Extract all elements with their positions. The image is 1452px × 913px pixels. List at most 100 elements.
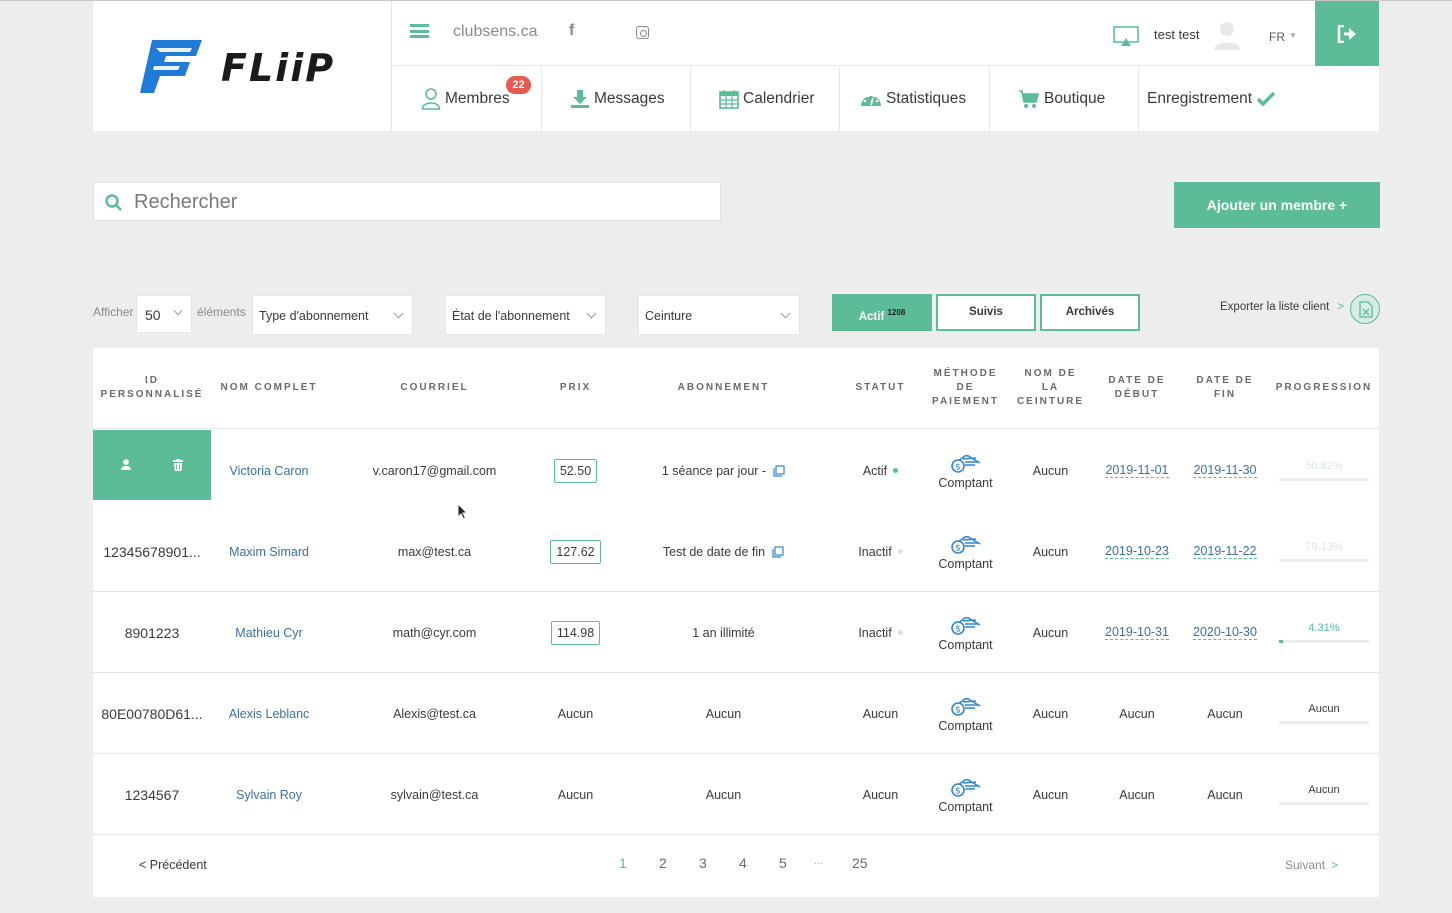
calendar-icon <box>719 89 739 109</box>
mouse-cursor-icon <box>457 503 469 520</box>
custom-id: 12345678901... <box>103 543 201 560</box>
members-table: ID PERSONNALISÉ NOM COMPLET COURRIEL PRIX… <box>93 348 1379 897</box>
start-date: Aucun <box>1119 706 1155 721</box>
member-subscription: Aucun <box>705 706 742 721</box>
nav-item-boutique[interactable]: Boutique <box>990 67 1139 131</box>
svg-text:$: $ <box>955 543 961 553</box>
member-price[interactable]: 114.98 <box>542 592 609 673</box>
export-excel-button[interactable] <box>1350 294 1380 324</box>
member-subscription: 1 an illimité <box>692 625 755 640</box>
previous-page-link[interactable]: < Précédent <box>139 858 207 872</box>
tab-suivis[interactable]: Suivis <box>936 294 1036 331</box>
avatar[interactable] <box>1211 18 1243 50</box>
nav-item-enregistrement[interactable]: Enregistrement <box>1139 67 1379 131</box>
facebook-icon[interactable]: f <box>569 22 574 40</box>
member-name-link[interactable]: Alexis Leblanc <box>211 673 327 754</box>
tab-actif[interactable]: Actif 1208 <box>832 294 932 331</box>
member-price[interactable]: 127.62 <box>542 511 609 592</box>
member-name-link[interactable]: Mathieu Cyr <box>211 592 327 673</box>
site-link[interactable]: clubsens.ca <box>453 23 538 41</box>
column-header-subscription[interactable]: ABONNEMENT <box>633 348 814 428</box>
start-date[interactable]: 2019-11-01 <box>1093 430 1181 511</box>
nav-item-calendrier[interactable]: Calendrier <box>691 67 840 131</box>
column-header-price[interactable]: PRIX <box>542 348 609 428</box>
end-date[interactable]: 2020-10-30 <box>1181 592 1269 673</box>
member-name-link[interactable]: Sylvain Roy <box>211 754 327 835</box>
start-date[interactable]: 2019-10-31 <box>1093 592 1181 673</box>
trash-icon[interactable] <box>173 459 183 471</box>
member-name-link[interactable]: Victoria Caron <box>211 430 327 511</box>
column-header-id[interactable]: ID PERSONNALISÉ <box>93 348 211 428</box>
svg-text:$: $ <box>955 705 961 715</box>
hamburger-menu-icon[interactable] <box>410 24 429 38</box>
column-header-name[interactable]: NOM COMPLET <box>211 348 327 428</box>
column-header-start-date[interactable]: DATE DE DÉBUT <box>1093 348 1181 428</box>
member-price: Aucun <box>557 787 594 802</box>
cash-hand-icon: $ <box>950 616 980 635</box>
logout-button[interactable] <box>1315 1 1379 66</box>
language-selector[interactable]: FR <box>1269 30 1285 44</box>
column-header-progress[interactable]: PROGRESSION <box>1269 348 1379 428</box>
logo-area[interactable]: FLiiP <box>93 1 392 131</box>
column-header-email[interactable]: COURRIEL <box>327 348 542 428</box>
member-name-link[interactable]: Maxim Simard <box>211 511 327 592</box>
table-row[interactable]: 12345678901... Maxim Simard max@test.ca 127… <box>93 511 1379 592</box>
member-subscription: Test de date de fin <box>633 511 814 592</box>
progress-percent: 79.13% <box>1305 541 1343 553</box>
page-size-select[interactable]: 50 <box>136 295 192 333</box>
page-4[interactable]: 4 <box>739 855 747 871</box>
column-header-belt[interactable]: NOM DE LA CEINTURE <box>1008 348 1093 428</box>
nav-label: Boutique <box>1044 90 1106 107</box>
app-header: FLiiP clubsens.ca f test test FR ▼ Membr… <box>93 1 1379 131</box>
end-date[interactable]: 2019-11-22 <box>1181 511 1269 592</box>
table-row[interactable]: 1234567 Sylvain Roy sylvain@test.ca Aucun Au… <box>93 754 1379 835</box>
search-input[interactable] <box>134 189 694 215</box>
status-dot <box>897 549 903 554</box>
progress-text: Aucun <box>1308 703 1340 715</box>
column-header-end-date[interactable]: DATE DE FIN <box>1181 348 1269 428</box>
page-25[interactable]: 25 <box>852 855 868 871</box>
copy-icon[interactable] <box>773 464 785 477</box>
progress-cell: 50.82% <box>1269 430 1379 511</box>
start-date[interactable]: 2019-10-23 <box>1093 511 1181 592</box>
download-icon <box>570 89 590 109</box>
belt-name: Aucun <box>1032 706 1069 721</box>
table-row[interactable]: 8901223 Mathieu Cyr math@cyr.com 114.98 1 an… <box>93 592 1379 673</box>
tab-archives[interactable]: Archivés <box>1040 294 1140 331</box>
next-page-link[interactable]: Suivant > <box>1285 858 1338 872</box>
cart-icon <box>1018 89 1040 109</box>
belt-dropdown[interactable]: Ceinture <box>638 295 800 335</box>
page-5[interactable]: 5 <box>779 855 787 871</box>
nav-label: Statistiques <box>886 90 967 107</box>
search-icon <box>105 194 122 211</box>
monitor-icon[interactable] <box>1113 26 1139 47</box>
page-2[interactable]: 2 <box>659 855 667 871</box>
add-member-button[interactable]: Ajouter un membre + <box>1174 182 1380 228</box>
user-name[interactable]: test test <box>1154 27 1200 42</box>
subscription-state-dropdown[interactable]: État de l'abonnement <box>445 295 606 335</box>
progress-text: Aucun <box>1308 784 1340 796</box>
page-1[interactable]: 1 <box>619 855 627 871</box>
column-header-payment[interactable]: MÉTHODE DE PAIEMENT <box>923 348 1008 428</box>
view-profile-icon[interactable] <box>121 459 131 470</box>
member-subscription: Aucun <box>705 787 742 802</box>
dashboard-gauge-icon <box>860 90 882 108</box>
table-row[interactable]: Victoria Caron v.caron17@gmail.com 52.50 1 … <box>93 430 1379 511</box>
nav-label: Enregistrement <box>1147 90 1253 107</box>
payment-method: $ Comptant <box>923 673 1008 754</box>
instagram-icon[interactable] <box>636 26 649 39</box>
member-price[interactable]: 52.50 <box>542 430 609 511</box>
next-label: Suivant <box>1285 858 1326 872</box>
nav-item-messages[interactable]: Messages <box>542 67 691 131</box>
copy-icon[interactable] <box>772 545 784 558</box>
column-header-status[interactable]: STATUT <box>838 348 923 428</box>
nav-item-statistiques[interactable]: Statistiques <box>840 67 990 131</box>
svg-text:$: $ <box>955 786 961 796</box>
subscription-type-dropdown[interactable]: Type d'abonnement <box>252 295 413 335</box>
nav-item-membres[interactable]: Membres 22 <box>393 67 542 131</box>
export-client-list-link[interactable]: Exporter la liste client > <box>1220 301 1344 313</box>
table-row[interactable]: 80E00780D61... Alexis Leblanc Alexis@test.… <box>93 673 1379 754</box>
tab-count: 1208 <box>887 308 906 317</box>
end-date[interactable]: 2019-11-30 <box>1181 430 1269 511</box>
page-3[interactable]: 3 <box>699 855 707 871</box>
